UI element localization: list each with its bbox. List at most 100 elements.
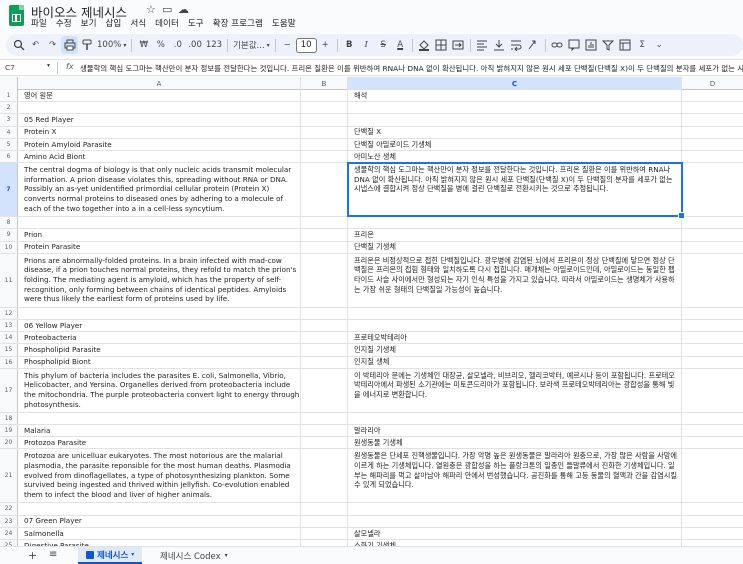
text-color-button[interactable]: A: [392, 36, 409, 54]
menu-file[interactable]: 파일: [31, 17, 47, 31]
cell-a[interactable]: [18, 412, 301, 424]
row-number[interactable]: 14: [0, 332, 18, 344]
currency-format-button[interactable]: ₩: [135, 36, 152, 54]
cell-a[interactable]: Protozoa are unicelluar eukaryotes. The …: [18, 449, 301, 503]
row-number[interactable]: 23: [0, 515, 18, 527]
row-number[interactable]: 7: [0, 163, 18, 217]
cell-b[interactable]: [301, 368, 348, 412]
row-number[interactable]: 2: [0, 102, 18, 114]
more-options-icon[interactable]: ⌄: [651, 36, 668, 54]
borders-icon[interactable]: [433, 36, 450, 54]
row-number[interactable]: 9: [0, 229, 18, 241]
cell-c[interactable]: [348, 503, 682, 515]
all-sheets-icon[interactable]: ≡: [49, 549, 57, 560]
print-icon[interactable]: [61, 36, 78, 54]
font-size-increase-button[interactable]: +: [317, 36, 334, 54]
cell-a[interactable]: Prions are abnormally-folded proteins. I…: [18, 253, 301, 307]
cell-d[interactable]: [682, 437, 743, 448]
menu-insert[interactable]: 삽입: [105, 17, 121, 31]
cell-b[interactable]: [301, 229, 348, 241]
cell-a[interactable]: Phospholipid Biont: [18, 356, 301, 368]
menu-data[interactable]: 데이터: [155, 17, 179, 31]
cell-d[interactable]: [682, 217, 743, 228]
row-number[interactable]: 10: [0, 241, 18, 253]
cloud-icon[interactable]: ☁: [178, 3, 189, 16]
filter-icon[interactable]: [600, 36, 617, 54]
cell-b[interactable]: [301, 163, 348, 217]
insert-comment-icon[interactable]: [566, 36, 583, 54]
cell-b[interactable]: [301, 151, 348, 163]
column-header-d[interactable]: D: [682, 77, 743, 90]
cell-b[interactable]: [301, 90, 348, 102]
menu-help[interactable]: 도움말: [272, 17, 296, 31]
cell-c[interactable]: 해석: [348, 90, 682, 102]
undo-icon[interactable]: ↶: [27, 36, 44, 54]
cell-c[interactable]: 프리온은 비정상적으로 접힌 단백질입니다. 광우병에 감염된 뇌에서 프리온이…: [348, 253, 682, 307]
row-number[interactable]: 3: [0, 114, 18, 126]
menu-extensions[interactable]: 확장 프로그램: [213, 17, 263, 31]
column-header-a[interactable]: A: [18, 77, 301, 90]
menu-edit[interactable]: 수정: [56, 17, 72, 31]
font-family-select[interactable]: 기본값... ▾: [231, 36, 272, 54]
row-number[interactable]: 6: [0, 151, 18, 163]
cell-b[interactable]: [301, 344, 348, 356]
bold-button[interactable]: B: [341, 36, 358, 54]
name-box[interactable]: C7: [5, 63, 15, 72]
cell-c[interactable]: [348, 320, 682, 332]
cell-a[interactable]: The central dogma of biology is that onl…: [18, 163, 301, 217]
cell-a[interactable]: Salmonella: [18, 527, 301, 539]
cell-c[interactable]: [348, 307, 682, 319]
cell-b[interactable]: [301, 356, 348, 368]
sheets-logo-icon[interactable]: [9, 5, 24, 26]
cell-a[interactable]: Malaria: [18, 425, 301, 437]
zoom-select[interactable]: 100% ▾: [95, 36, 128, 54]
cell-c[interactable]: 단백질 기생체: [348, 241, 682, 253]
vertical-align-icon[interactable]: [491, 36, 508, 54]
cell-c[interactable]: 원생동물은 단세포 진핵생물입니다. 가장 악명 높은 원생동물은 말라리아 원…: [348, 449, 682, 503]
column-header-b[interactable]: B: [301, 77, 348, 90]
cell-b[interactable]: [301, 102, 348, 114]
sheet-grid[interactable]: A B C D 1 영어 원문 해석 2 3 05 Red Player 4 Protein …: [0, 77, 743, 546]
insert-link-icon[interactable]: [549, 36, 566, 54]
cell-a[interactable]: 06 Yellow Player: [18, 320, 301, 332]
cell-c[interactable]: 단백질 X: [348, 126, 682, 138]
cell-b[interactable]: [301, 425, 348, 437]
cell-a[interactable]: 영어 원문: [18, 90, 301, 102]
italic-button[interactable]: I: [358, 36, 375, 54]
row-number[interactable]: 22: [0, 503, 18, 515]
cell-d[interactable]: [682, 139, 743, 150]
chevron-down-icon[interactable]: ▾: [47, 62, 50, 69]
cell-b[interactable]: [301, 503, 348, 515]
cell-a[interactable]: Phospholipid Parasite: [18, 344, 301, 356]
cell-d[interactable]: [682, 320, 743, 331]
cell-c[interactable]: 아미노산 생체: [348, 151, 682, 163]
chevron-down-icon[interactable]: ▾: [225, 552, 228, 559]
fill-color-icon[interactable]: [416, 36, 433, 54]
cell-c[interactable]: 인지질 생체: [348, 356, 682, 368]
cell-c[interactable]: 생물학의 핵심 도그마는 핵산만이 분자 정보를 전달한다는 것입니다. 프리온…: [348, 163, 682, 217]
cell-a[interactable]: Protozoa Parasite: [18, 437, 301, 449]
cell-b[interactable]: [301, 138, 348, 150]
sheet-tab-genesis-codex[interactable]: 제네시스 Codex ▾: [152, 547, 236, 564]
cell-c[interactable]: 원생동물 기생체: [348, 437, 682, 449]
cell-b[interactable]: [301, 126, 348, 138]
menu-tools[interactable]: 도구: [188, 17, 204, 31]
filter-views-icon[interactable]: [617, 36, 634, 54]
cell-d[interactable]: [682, 516, 743, 527]
row-number[interactable]: 12: [0, 307, 18, 319]
cell-d[interactable]: [682, 242, 743, 253]
cell-d[interactable]: [682, 413, 743, 424]
cell-c[interactable]: 이 박테리아 문에는 기생체인 대장균, 살모넬라, 비브리오, 헬리코박터, …: [348, 368, 682, 412]
cell-a[interactable]: [18, 217, 301, 229]
chevron-down-icon[interactable]: ▾: [131, 551, 134, 558]
cell-c[interactable]: 인지질 기생체: [348, 344, 682, 356]
cell-c[interactable]: 말라리아: [348, 425, 682, 437]
cell-d[interactable]: [682, 90, 743, 101]
row-number[interactable]: 13: [0, 320, 18, 332]
cell-a[interactable]: Prion: [18, 229, 301, 241]
text-wrap-icon[interactable]: [508, 36, 525, 54]
cell-d[interactable]: [682, 254, 743, 307]
functions-icon[interactable]: Σ: [634, 36, 651, 54]
cell-c[interactable]: 프로테오박테리아: [348, 332, 682, 344]
cell-d[interactable]: [682, 503, 743, 514]
